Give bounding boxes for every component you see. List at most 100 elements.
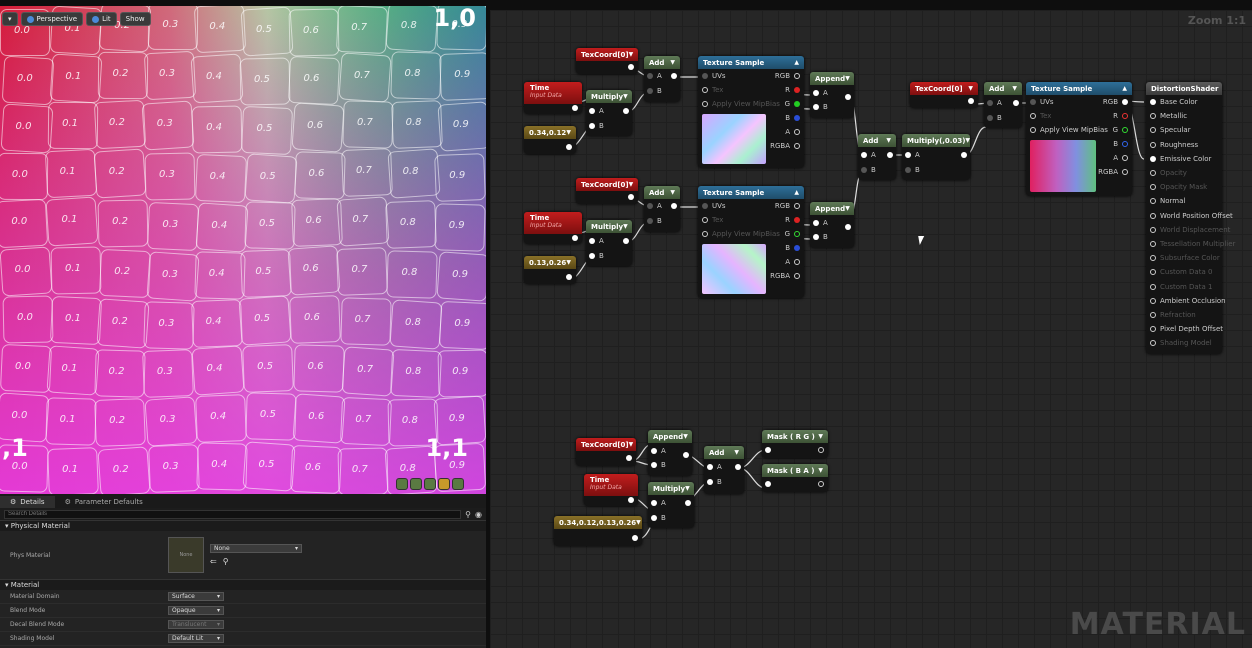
append-node-3-output[interactable]	[683, 452, 689, 458]
add-node-4-output[interactable]	[1013, 100, 1019, 106]
add-node-5-pin-a[interactable]: A	[707, 463, 722, 471]
constant-node-1[interactable]: 0.34,0.12 ▼	[524, 126, 576, 154]
texture-sample-3-rgb-pin[interactable]: RGB	[1103, 98, 1128, 106]
add-node-1-output[interactable]	[671, 73, 677, 79]
texture-sample-2-uvs-pin[interactable]: UVs	[702, 202, 726, 210]
multiply-node-3-pin-b[interactable]: B	[905, 166, 920, 174]
result-pin[interactable]: Base Color	[1150, 98, 1198, 106]
lit-button[interactable]: Lit	[86, 12, 117, 26]
texcoord-node-4[interactable]: TexCoord[0] ▼	[576, 438, 636, 466]
perspective-button[interactable]: Perspective	[20, 12, 84, 26]
add-node-3-pin-a[interactable]: A	[861, 151, 876, 159]
result-pin[interactable]: Opacity Mask	[1150, 183, 1207, 191]
append-node-3[interactable]: Append ▼ A B	[648, 430, 692, 476]
texcoord-node-3[interactable]: TexCoord[0] ▼	[910, 82, 978, 108]
phys-material-dropdown[interactable]: None ▾	[210, 544, 302, 553]
texture-sample-2-rgb-pin[interactable]: RGB	[775, 202, 800, 210]
add-node-2[interactable]: Add ▼ A B	[644, 186, 680, 232]
multiply-node-1[interactable]: Multiply ▼ A B	[586, 90, 632, 136]
result-pin[interactable]: Custom Data 1	[1150, 283, 1212, 291]
add-node-5[interactable]: Add ▼ A B	[704, 446, 744, 494]
cube-preview-button[interactable]	[438, 478, 450, 490]
texture-sample-1-uvs-pin[interactable]: UVs	[702, 72, 726, 80]
add-node-1-pin-a[interactable]: A	[647, 72, 662, 80]
texture-sample-2-r-pin[interactable]: R	[785, 216, 800, 224]
add-node-1-pin-b[interactable]: B	[647, 87, 662, 95]
result-pin[interactable]: World Displacement	[1150, 226, 1230, 234]
texture-sample-2-rgba-pin[interactable]: RGBA	[770, 272, 800, 280]
append-node-2-pin-b[interactable]: B	[813, 233, 828, 241]
mask-ba-output[interactable]	[818, 481, 824, 487]
add-node-4-pin-b[interactable]: B	[987, 114, 1002, 122]
append-node-2[interactable]: Append ▼ A B	[810, 202, 854, 248]
result-pin[interactable]: Normal	[1150, 197, 1185, 205]
multiply-node-4-pin-a[interactable]: A	[651, 499, 666, 507]
texture-sample-1-g-pin[interactable]: G	[785, 100, 800, 108]
texture-sample-3-tex-pin[interactable]: Tex	[1030, 112, 1051, 120]
append-node-3-pin-a[interactable]: A	[651, 447, 666, 455]
texture-sample-2-g-pin[interactable]: G	[785, 230, 800, 238]
constant-node-1-output[interactable]	[566, 144, 572, 150]
result-pin[interactable]: Subsurface Color	[1150, 254, 1220, 262]
show-button[interactable]: Show	[119, 12, 151, 26]
texcoord-node-2-output[interactable]	[628, 194, 634, 200]
phys-material-thumbnail[interactable]: None	[168, 537, 204, 573]
add-node-2-output[interactable]	[671, 203, 677, 209]
add-node-3-output[interactable]	[887, 152, 893, 158]
multiply-node-1-pin-a[interactable]: A	[589, 107, 604, 115]
texcoord-node-2[interactable]: TexCoord[0] ▼	[576, 178, 638, 204]
decal-blend-mode-dropdown[interactable]: Translucent ▾	[168, 620, 224, 629]
texcoord-node-1[interactable]: TexCoord[0] ▼	[576, 48, 638, 74]
texture-sample-3-r-pin[interactable]: R	[1113, 112, 1128, 120]
add-node-2-pin-b[interactable]: B	[647, 217, 662, 225]
material-graph[interactable]: Zoom 1:1 MATERIAL TexCoord[0] ▼ Add ▼ A …	[490, 10, 1252, 648]
texture-sample-3-rgba-pin[interactable]: RGBA	[1098, 168, 1128, 176]
multiply-node-4-output[interactable]	[685, 500, 691, 506]
constant-node-3-output[interactable]	[632, 535, 638, 541]
result-pin[interactable]: Opacity	[1150, 169, 1187, 177]
result-pin[interactable]: World Position Offset	[1150, 212, 1233, 220]
arrow-left-icon[interactable]: ⇐	[210, 557, 217, 566]
texture-sample-1-r-pin[interactable]: R	[785, 86, 800, 94]
time-node-2[interactable]: Time Input Data	[524, 212, 582, 244]
add-node-1[interactable]: Add ▼ A B	[644, 56, 680, 102]
multiply-node-3[interactable]: Multiply(,0.03) ▼ A B	[902, 134, 970, 180]
browse-search-icon[interactable]: ⚲	[223, 557, 229, 566]
tab-details[interactable]: ⚙ Details	[0, 496, 55, 508]
preview-viewport[interactable]: 0.0 0.1 0.2 0.3 0.4 0.5 0.6 0.7 0.8 0.9 0.0 0.1 0.2 0…	[0, 6, 486, 494]
multiply-node-4[interactable]: Multiply ▼ A B	[648, 482, 694, 528]
result-pin[interactable]: Refraction	[1150, 311, 1196, 319]
append-node-1[interactable]: Append ▼ A B	[810, 72, 854, 118]
mask-ba-input[interactable]	[765, 481, 771, 487]
add-node-5-output[interactable]	[735, 464, 741, 470]
texture-sample-3-a-pin[interactable]: A	[1113, 154, 1128, 162]
sphere-preview-button[interactable]	[410, 478, 422, 490]
multiply-node-3-pin-a[interactable]: A	[905, 151, 920, 159]
add-node-5-pin-b[interactable]: B	[707, 478, 722, 486]
time-node-1[interactable]: Time Input Data	[524, 82, 582, 114]
texcoord-node-3-output[interactable]	[968, 98, 974, 104]
plane-preview-button[interactable]	[424, 478, 436, 490]
multiply-node-2-output[interactable]	[623, 238, 629, 244]
texcoord-node-1-output[interactable]	[628, 64, 634, 70]
mask-ba-node[interactable]: Mask ( B A ) ▼	[762, 464, 828, 492]
result-pin[interactable]: Ambient Occlusion	[1150, 297, 1226, 305]
texture-sample-1-rgb-pin[interactable]: RGB	[775, 72, 800, 80]
result-pin[interactable]: Tessellation Multiplier	[1150, 240, 1235, 248]
append-node-3-pin-b[interactable]: B	[651, 461, 666, 469]
append-node-2-output[interactable]	[845, 224, 851, 230]
result-pin[interactable]: Shading Model	[1150, 339, 1212, 347]
constant-node-2[interactable]: 0.13,0.26 ▼	[524, 256, 576, 284]
details-search-input[interactable]	[4, 509, 462, 519]
multiply-node-2[interactable]: Multiply ▼ A B	[586, 220, 632, 266]
add-node-4[interactable]: Add ▼ A B	[984, 82, 1022, 128]
tab-parameter-defaults[interactable]: ⚙ Parameter Defaults	[55, 496, 153, 508]
texture-sample-2-b-pin[interactable]: B	[785, 244, 800, 252]
texcoord-node-4-output[interactable]	[626, 455, 632, 461]
multiply-node-1-output[interactable]	[623, 108, 629, 114]
texture-sample-2-a-pin[interactable]: A	[785, 258, 800, 266]
texture-sample-node-1[interactable]: Texture Sample ▲ UVs Tex Apply View MipBi…	[698, 56, 804, 168]
texture-sample-1-tex-pin[interactable]: Tex	[702, 86, 723, 94]
result-pin[interactable]: Pixel Depth Offset	[1150, 325, 1223, 333]
result-pin[interactable]: Emissive Color	[1150, 155, 1211, 163]
